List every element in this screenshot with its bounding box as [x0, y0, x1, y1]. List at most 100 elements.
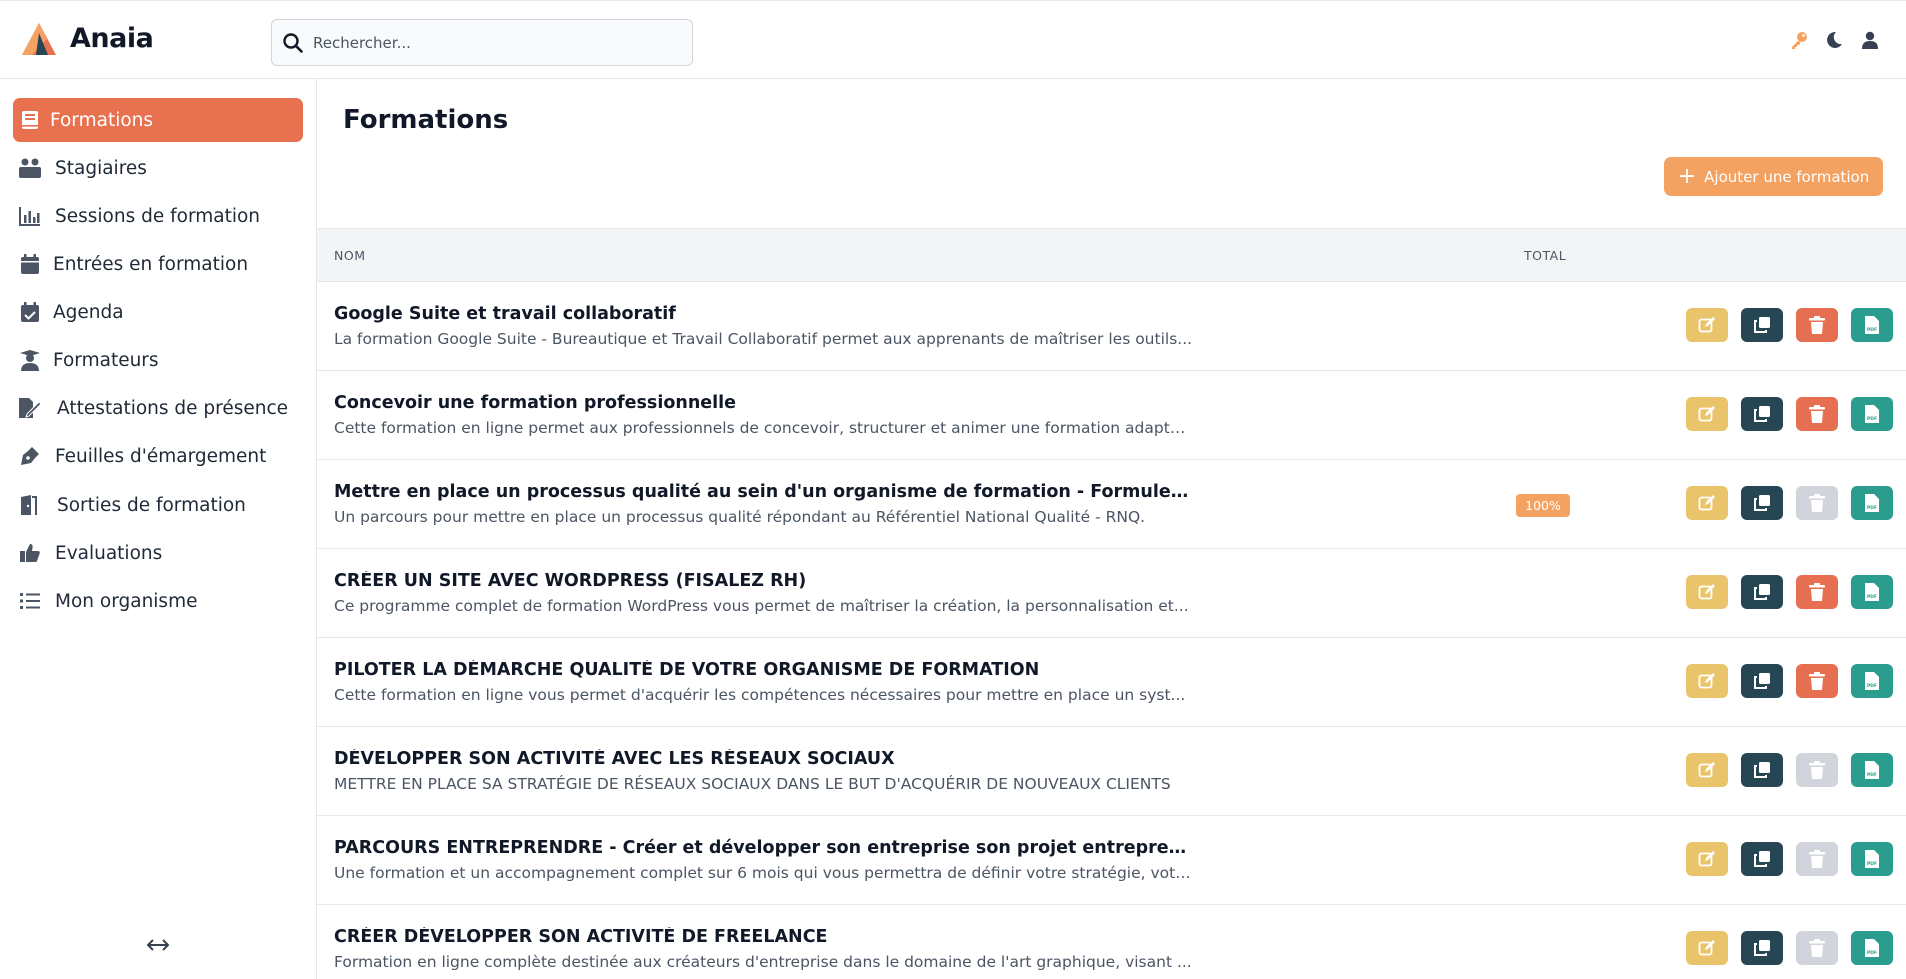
- table-header: NOM TOTAL: [317, 228, 1906, 282]
- duplicate-button[interactable]: [1741, 842, 1783, 876]
- sidebar-item-sorties[interactable]: Sorties de formation: [13, 483, 303, 527]
- sidebar-item-agenda[interactable]: Agenda: [13, 290, 303, 334]
- edit-button[interactable]: [1686, 308, 1728, 342]
- delete-button-disabled[interactable]: [1796, 931, 1838, 965]
- delete-button-disabled[interactable]: [1796, 753, 1838, 787]
- sidebar-item-entrees[interactable]: Entrées en formation: [13, 242, 303, 286]
- edit-icon: [1698, 406, 1715, 422]
- pdf-button[interactable]: PDF: [1851, 397, 1893, 431]
- search-box[interactable]: [271, 19, 693, 66]
- brand-name: Anaia: [70, 23, 154, 54]
- sidebar-item-formateurs[interactable]: Formateurs: [13, 338, 303, 382]
- calendar-icon: [18, 252, 42, 276]
- copy-icon: [1754, 940, 1770, 956]
- copy-icon: [1754, 317, 1770, 333]
- sidebar-item-evaluations[interactable]: Evaluations: [13, 531, 303, 575]
- anaia-logo[interactable]: [20, 21, 58, 57]
- moon-icon[interactable]: [1823, 29, 1845, 51]
- file-pdf-icon: PDF: [1865, 494, 1879, 512]
- delete-button-disabled[interactable]: [1796, 842, 1838, 876]
- formation-name[interactable]: PARCOURS ENTREPRENDRE - Créer et dévelop…: [334, 838, 1189, 858]
- duplicate-button[interactable]: [1741, 664, 1783, 698]
- formation-name[interactable]: Google Suite et travail collaboratif: [334, 304, 676, 324]
- sidebar-item-organisme[interactable]: Mon organisme: [13, 579, 303, 623]
- key-icon[interactable]: [1788, 29, 1810, 51]
- pdf-button[interactable]: PDF: [1851, 753, 1893, 787]
- sidebar-item-label: Evaluations: [55, 542, 163, 564]
- duplicate-button[interactable]: [1741, 486, 1783, 520]
- table-row[interactable]: PARCOURS ENTREPRENDRE - Créer et dévelop…: [317, 816, 1906, 905]
- add-formation-button[interactable]: + Ajouter une formation: [1664, 157, 1883, 196]
- search-input[interactable]: [313, 33, 673, 52]
- plus-icon: +: [1677, 163, 1697, 189]
- sidebar-item-attestations[interactable]: Attestations de présence: [13, 386, 303, 430]
- pdf-button[interactable]: PDF: [1851, 575, 1893, 609]
- copy-icon: [1754, 584, 1770, 600]
- table-row[interactable]: CRÉER UN SITE AVEC WORDPRESS (FISALEZ RH…: [317, 549, 1906, 638]
- column-header-total[interactable]: TOTAL: [1524, 248, 1566, 263]
- pdf-button[interactable]: PDF: [1851, 664, 1893, 698]
- delete-button[interactable]: [1796, 664, 1838, 698]
- edit-button[interactable]: [1686, 753, 1728, 787]
- sidebar-item-emargement[interactable]: Feuilles d'émargement: [13, 434, 303, 478]
- table-row[interactable]: CRÉER DÉVELOPPER SON ACTIVITÉ DE FREELAN…: [317, 905, 1906, 979]
- duplicate-button[interactable]: [1741, 575, 1783, 609]
- formation-name[interactable]: PILOTER LA DÉMARCHE QUALITÉ DE VOTRE ORG…: [334, 660, 1039, 680]
- edit-button[interactable]: [1686, 575, 1728, 609]
- pdf-button[interactable]: PDF: [1851, 931, 1893, 965]
- file-pdf-icon: PDF: [1865, 850, 1879, 868]
- edit-button[interactable]: [1686, 397, 1728, 431]
- sidebar-item-label: Attestations de présence: [57, 397, 289, 419]
- delete-button-disabled[interactable]: [1796, 486, 1838, 520]
- svg-text:PDF: PDF: [1867, 416, 1877, 422]
- svg-text:PDF: PDF: [1867, 772, 1877, 778]
- edit-button[interactable]: [1686, 842, 1728, 876]
- formation-name[interactable]: DÉVELOPPER SON ACTIVITÉ AVEC LES RÉSEAUX…: [334, 749, 895, 769]
- delete-button[interactable]: [1796, 575, 1838, 609]
- user-icon[interactable]: [1859, 29, 1881, 51]
- column-header-name[interactable]: NOM: [334, 248, 365, 263]
- sidebar-item-formations[interactable]: Formations: [13, 98, 303, 142]
- file-signature-icon: [18, 396, 42, 420]
- pen-nib-icon: [18, 444, 42, 468]
- copy-icon: [1754, 495, 1770, 511]
- sidebar-item-label: Feuilles d'émargement: [55, 445, 267, 467]
- delete-button[interactable]: [1796, 308, 1838, 342]
- table-row[interactable]: Concevoir une formation professionnelle …: [317, 371, 1906, 460]
- trash-icon: [1809, 850, 1825, 868]
- table-row[interactable]: Mettre en place un processus qualité au …: [317, 460, 1906, 549]
- formation-name[interactable]: CRÉER UN SITE AVEC WORDPRESS (FISALEZ RH…: [334, 571, 806, 591]
- formation-name[interactable]: CRÉER DÉVELOPPER SON ACTIVITÉ DE FREELAN…: [334, 927, 828, 947]
- thumbs-up-icon: [18, 541, 42, 565]
- duplicate-button[interactable]: [1741, 397, 1783, 431]
- table-row[interactable]: PILOTER LA DÉMARCHE QUALITÉ DE VOTRE ORG…: [317, 638, 1906, 727]
- sidebar-item-stagiaires[interactable]: Stagiaires: [13, 146, 303, 190]
- table-row[interactable]: Google Suite et travail collaboratif La …: [317, 282, 1906, 371]
- duplicate-button[interactable]: [1741, 753, 1783, 787]
- trash-icon: [1809, 316, 1825, 334]
- pdf-button[interactable]: PDF: [1851, 486, 1893, 520]
- file-pdf-icon: PDF: [1865, 405, 1879, 423]
- file-pdf-icon: PDF: [1865, 583, 1879, 601]
- formation-name[interactable]: Mettre en place un processus qualité au …: [334, 482, 1189, 502]
- pdf-button[interactable]: PDF: [1851, 842, 1893, 876]
- table-row[interactable]: DÉVELOPPER SON ACTIVITÉ AVEC LES RÉSEAUX…: [317, 727, 1906, 816]
- delete-button[interactable]: [1796, 397, 1838, 431]
- formation-description: Ce programme complet de formation WordPr…: [334, 597, 1189, 615]
- trash-icon: [1809, 761, 1825, 779]
- edit-button[interactable]: [1686, 486, 1728, 520]
- sidebar-item-label: Formations: [50, 109, 154, 131]
- pdf-button[interactable]: PDF: [1851, 308, 1893, 342]
- svg-text:PDF: PDF: [1867, 505, 1877, 511]
- sidebar-collapse-icon[interactable]: [145, 935, 171, 955]
- sidebar-item-sessions[interactable]: Sessions de formation: [13, 194, 303, 238]
- duplicate-button[interactable]: [1741, 931, 1783, 965]
- formation-description: Cette formation en ligne permet aux prof…: [334, 419, 1194, 437]
- trash-icon: [1809, 939, 1825, 957]
- edit-button[interactable]: [1686, 664, 1728, 698]
- edit-button[interactable]: [1686, 931, 1728, 965]
- sidebar: Formations Stagiaires Sessions de format…: [0, 79, 317, 979]
- formation-name[interactable]: Concevoir une formation professionnelle: [334, 393, 736, 413]
- duplicate-button[interactable]: [1741, 308, 1783, 342]
- sidebar-item-label: Formateurs: [53, 349, 159, 371]
